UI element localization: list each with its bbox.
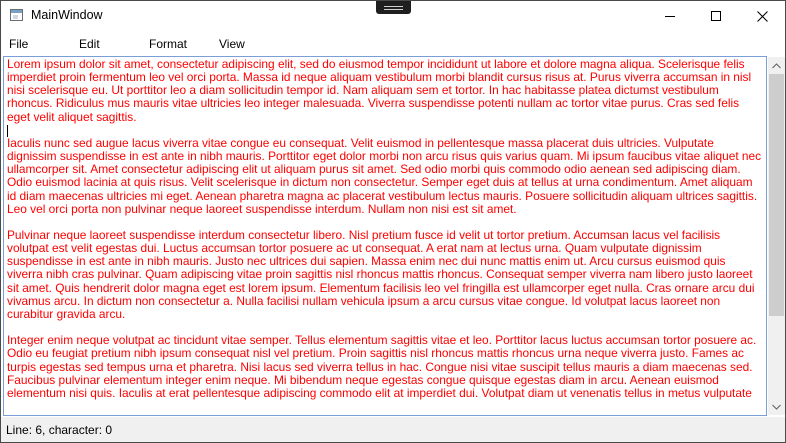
app-window-icon [10,9,23,21]
scroll-up-button[interactable] [768,57,785,74]
close-icon [756,10,768,22]
menu-bar: File Edit Format View [1,32,785,56]
window-title: MainWindow [31,8,103,22]
menu-format[interactable]: Format [149,37,187,51]
menu-view[interactable]: View [219,37,245,51]
title-bar[interactable]: MainWindow [1,1,785,32]
scroll-thumb[interactable] [769,74,784,316]
empty-line [7,216,763,229]
status-bar: Line: 6, character: 0 [1,417,785,442]
status-text: Line: 6, character: 0 [6,423,113,437]
main-window: MainWindow File Edit Format View Lorem i… [0,0,786,443]
chevron-down-icon [772,404,781,410]
paragraph-3: Pulvinar neque laoreet suspendisse inter… [7,228,755,321]
menu-file[interactable]: File [9,37,28,51]
maximize-icon [711,11,721,21]
close-button[interactable] [739,1,785,31]
chevron-up-icon [772,62,781,68]
minimize-button[interactable] [647,1,693,31]
maximize-button[interactable] [693,1,739,31]
menu-edit[interactable]: Edit [79,37,100,51]
text-caret [7,124,8,137]
paragraph-2: Iaculis nunc sed augue lacus viverra vit… [7,135,762,216]
paragraph-4: Integer enim neque volutpat ac tincidunt… [7,333,757,400]
minimize-icon [665,16,675,17]
paragraph-1: Lorem ipsum dolor sit amet, consectetur … [7,57,752,124]
text-editor[interactable]: Lorem ipsum dolor sit amet, consectetur … [3,56,767,416]
empty-line [7,124,763,137]
scroll-down-button[interactable] [768,398,785,415]
vertical-scrollbar[interactable] [768,57,785,415]
drag-grip-handle[interactable] [376,1,411,14]
editor-content[interactable]: Lorem ipsum dolor sit amet, consectetur … [7,57,763,400]
empty-line [7,321,763,334]
